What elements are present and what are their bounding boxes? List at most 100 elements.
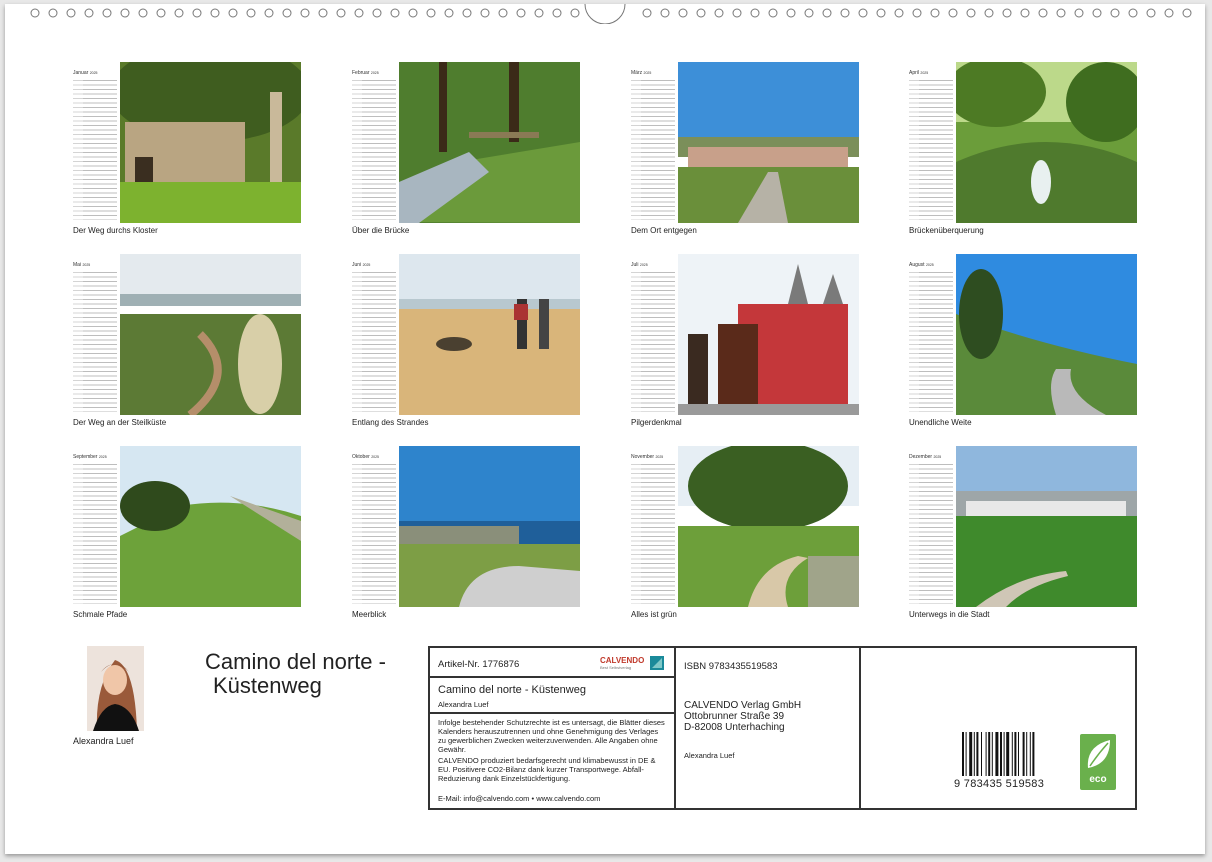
month-name: Juni <box>352 262 362 268</box>
divider <box>430 676 674 678</box>
month-panel-april: April 2025 Brückenüberquerung <box>909 62 1139 242</box>
leaf-icon <box>1087 740 1110 768</box>
month-photo <box>678 446 859 607</box>
month-title: Juli 2025 <box>631 262 675 268</box>
month-panel-september: September 2025 Schmale Pfade <box>73 446 303 626</box>
month-year: 2025 <box>639 263 648 267</box>
month-title: Februar 2025 <box>352 70 396 76</box>
month-panel-mai: Mai 2025 Der Weg an der Steilküste <box>73 254 303 434</box>
month-year: 2025 <box>82 263 91 267</box>
author-name: Alexandra Luef <box>73 736 134 746</box>
calendar-title: Camino del norte - Küstenweg <box>205 650 386 698</box>
eco-notice: CALVENDO produziert bedarfsgerecht und k… <box>438 756 656 783</box>
title-line-1: Camino del norte - <box>205 649 386 674</box>
month-name: Juli <box>631 262 639 268</box>
month-calendar: November 2025 <box>631 454 675 606</box>
month-calendar: Februar 2025 <box>352 70 396 222</box>
month-year: 2025 <box>98 455 107 459</box>
month-photo <box>120 446 301 607</box>
author-photo <box>87 646 144 731</box>
month-caption: Pilgerdenkmal <box>631 418 682 427</box>
logo-subtext: Best Selbstverlag <box>600 665 632 670</box>
month-title: September 2025 <box>73 454 117 460</box>
day-lines <box>352 464 396 604</box>
month-caption: Unterwegs in die Stadt <box>909 610 990 619</box>
barcode: 9 783435 519583 <box>954 732 1056 796</box>
month-photo <box>399 254 580 415</box>
month-caption: Dem Ort entgegen <box>631 226 697 235</box>
calendar-back-page: Januar 2025 Der Weg durchs Kloster Februar… <box>5 4 1205 854</box>
calvendo-logo: CALVENDO Best Selbstverlag <box>600 654 666 672</box>
month-caption: Schmale Pfade <box>73 610 128 619</box>
publisher-info-box: Artikel-Nr. 1776876 CALVENDO Best Selbst… <box>428 646 1137 810</box>
day-lines <box>73 80 117 220</box>
publisher-author: Alexandra Luef <box>684 751 735 760</box>
month-photo <box>956 446 1137 607</box>
month-name: August <box>909 262 925 268</box>
month-calendar: Juli 2025 <box>631 262 675 414</box>
contact-line: E-Mail: info@calvendo.com • www.calvendo… <box>438 794 601 803</box>
month-year: 2025 <box>920 71 929 75</box>
month-panel-januar: Januar 2025 Der Weg durchs Kloster <box>73 62 303 242</box>
eco-label: eco <box>1089 774 1107 785</box>
month-panel-juni: Juni 2025 Entlang des Strandes <box>352 254 582 434</box>
month-title: Oktober 2025 <box>352 454 396 460</box>
month-title: März 2025 <box>631 70 675 76</box>
month-title: Juni 2025 <box>352 262 396 268</box>
logo-text: CALVENDO <box>600 656 645 665</box>
barcode-digits: 9 783435 519583 <box>954 778 1045 790</box>
month-calendar: Dezember 2025 <box>909 454 953 606</box>
month-name: Oktober <box>352 454 370 460</box>
month-year: 2025 <box>643 71 652 75</box>
month-calendar: Januar 2025 <box>73 70 117 222</box>
month-year: 2025 <box>933 455 942 459</box>
divider <box>430 712 674 714</box>
month-year: 2025 <box>371 455 379 459</box>
month-year: 2025 <box>655 455 664 459</box>
month-panel-februar: Februar 2025 Über die Brücke <box>352 62 582 242</box>
divider <box>859 648 861 808</box>
month-photo <box>678 62 859 223</box>
month-title: April 2025 <box>909 70 953 76</box>
month-panel-märz: März 2025 Dem Ort entgegen <box>631 62 861 242</box>
month-name: September <box>73 454 98 460</box>
month-calendar: Juni 2025 <box>352 262 396 414</box>
month-panel-august: August 2025 Unendliche Weite <box>909 254 1139 434</box>
month-title: Mai 2025 <box>73 262 117 268</box>
month-caption: Alles ist grün <box>631 610 677 619</box>
day-lines <box>631 272 675 412</box>
month-photo <box>120 62 301 223</box>
legal-notice: Infolge bestehender Schutzrechte ist es … <box>438 718 665 754</box>
product-author: Alexandra Luef <box>438 700 489 709</box>
month-caption: Brückenüberquerung <box>909 226 984 235</box>
day-lines <box>909 464 953 604</box>
month-photo <box>120 254 301 415</box>
month-calendar: September 2025 <box>73 454 117 606</box>
day-lines <box>73 272 117 412</box>
month-name: Dezember <box>909 454 933 460</box>
isbn: ISBN 9783435519583 <box>684 661 778 672</box>
month-caption: Meerblick <box>352 610 387 619</box>
month-calendar: März 2025 <box>631 70 675 222</box>
product-title: Camino del norte - Küstenweg <box>438 684 586 696</box>
month-panel-juli: Juli 2025 Pilgerdenkmal <box>631 254 861 434</box>
month-name: Januar <box>73 70 89 76</box>
month-caption: Der Weg durchs Kloster <box>73 226 158 235</box>
day-lines <box>909 272 953 412</box>
month-name: Mai <box>73 262 82 268</box>
month-caption: Entlang des Strandes <box>352 418 429 427</box>
month-name: April <box>909 70 920 76</box>
month-year: 2025 <box>89 71 98 75</box>
month-name: Februar <box>352 70 370 76</box>
month-calendar: April 2025 <box>909 70 953 222</box>
month-name: März <box>631 70 643 76</box>
month-year: 2025 <box>925 263 934 267</box>
month-panel-dezember: Dezember 2025 Unterwegs in die Stadt <box>909 446 1139 626</box>
month-calendar: August 2025 <box>909 262 953 414</box>
month-photo <box>399 62 580 223</box>
month-panel-november: November 2025 Alles ist grün <box>631 446 861 626</box>
barcode-bars <box>962 732 1035 776</box>
month-calendar: Mai 2025 <box>73 262 117 414</box>
eco-badge: eco <box>1080 734 1116 790</box>
month-photo <box>956 254 1137 415</box>
